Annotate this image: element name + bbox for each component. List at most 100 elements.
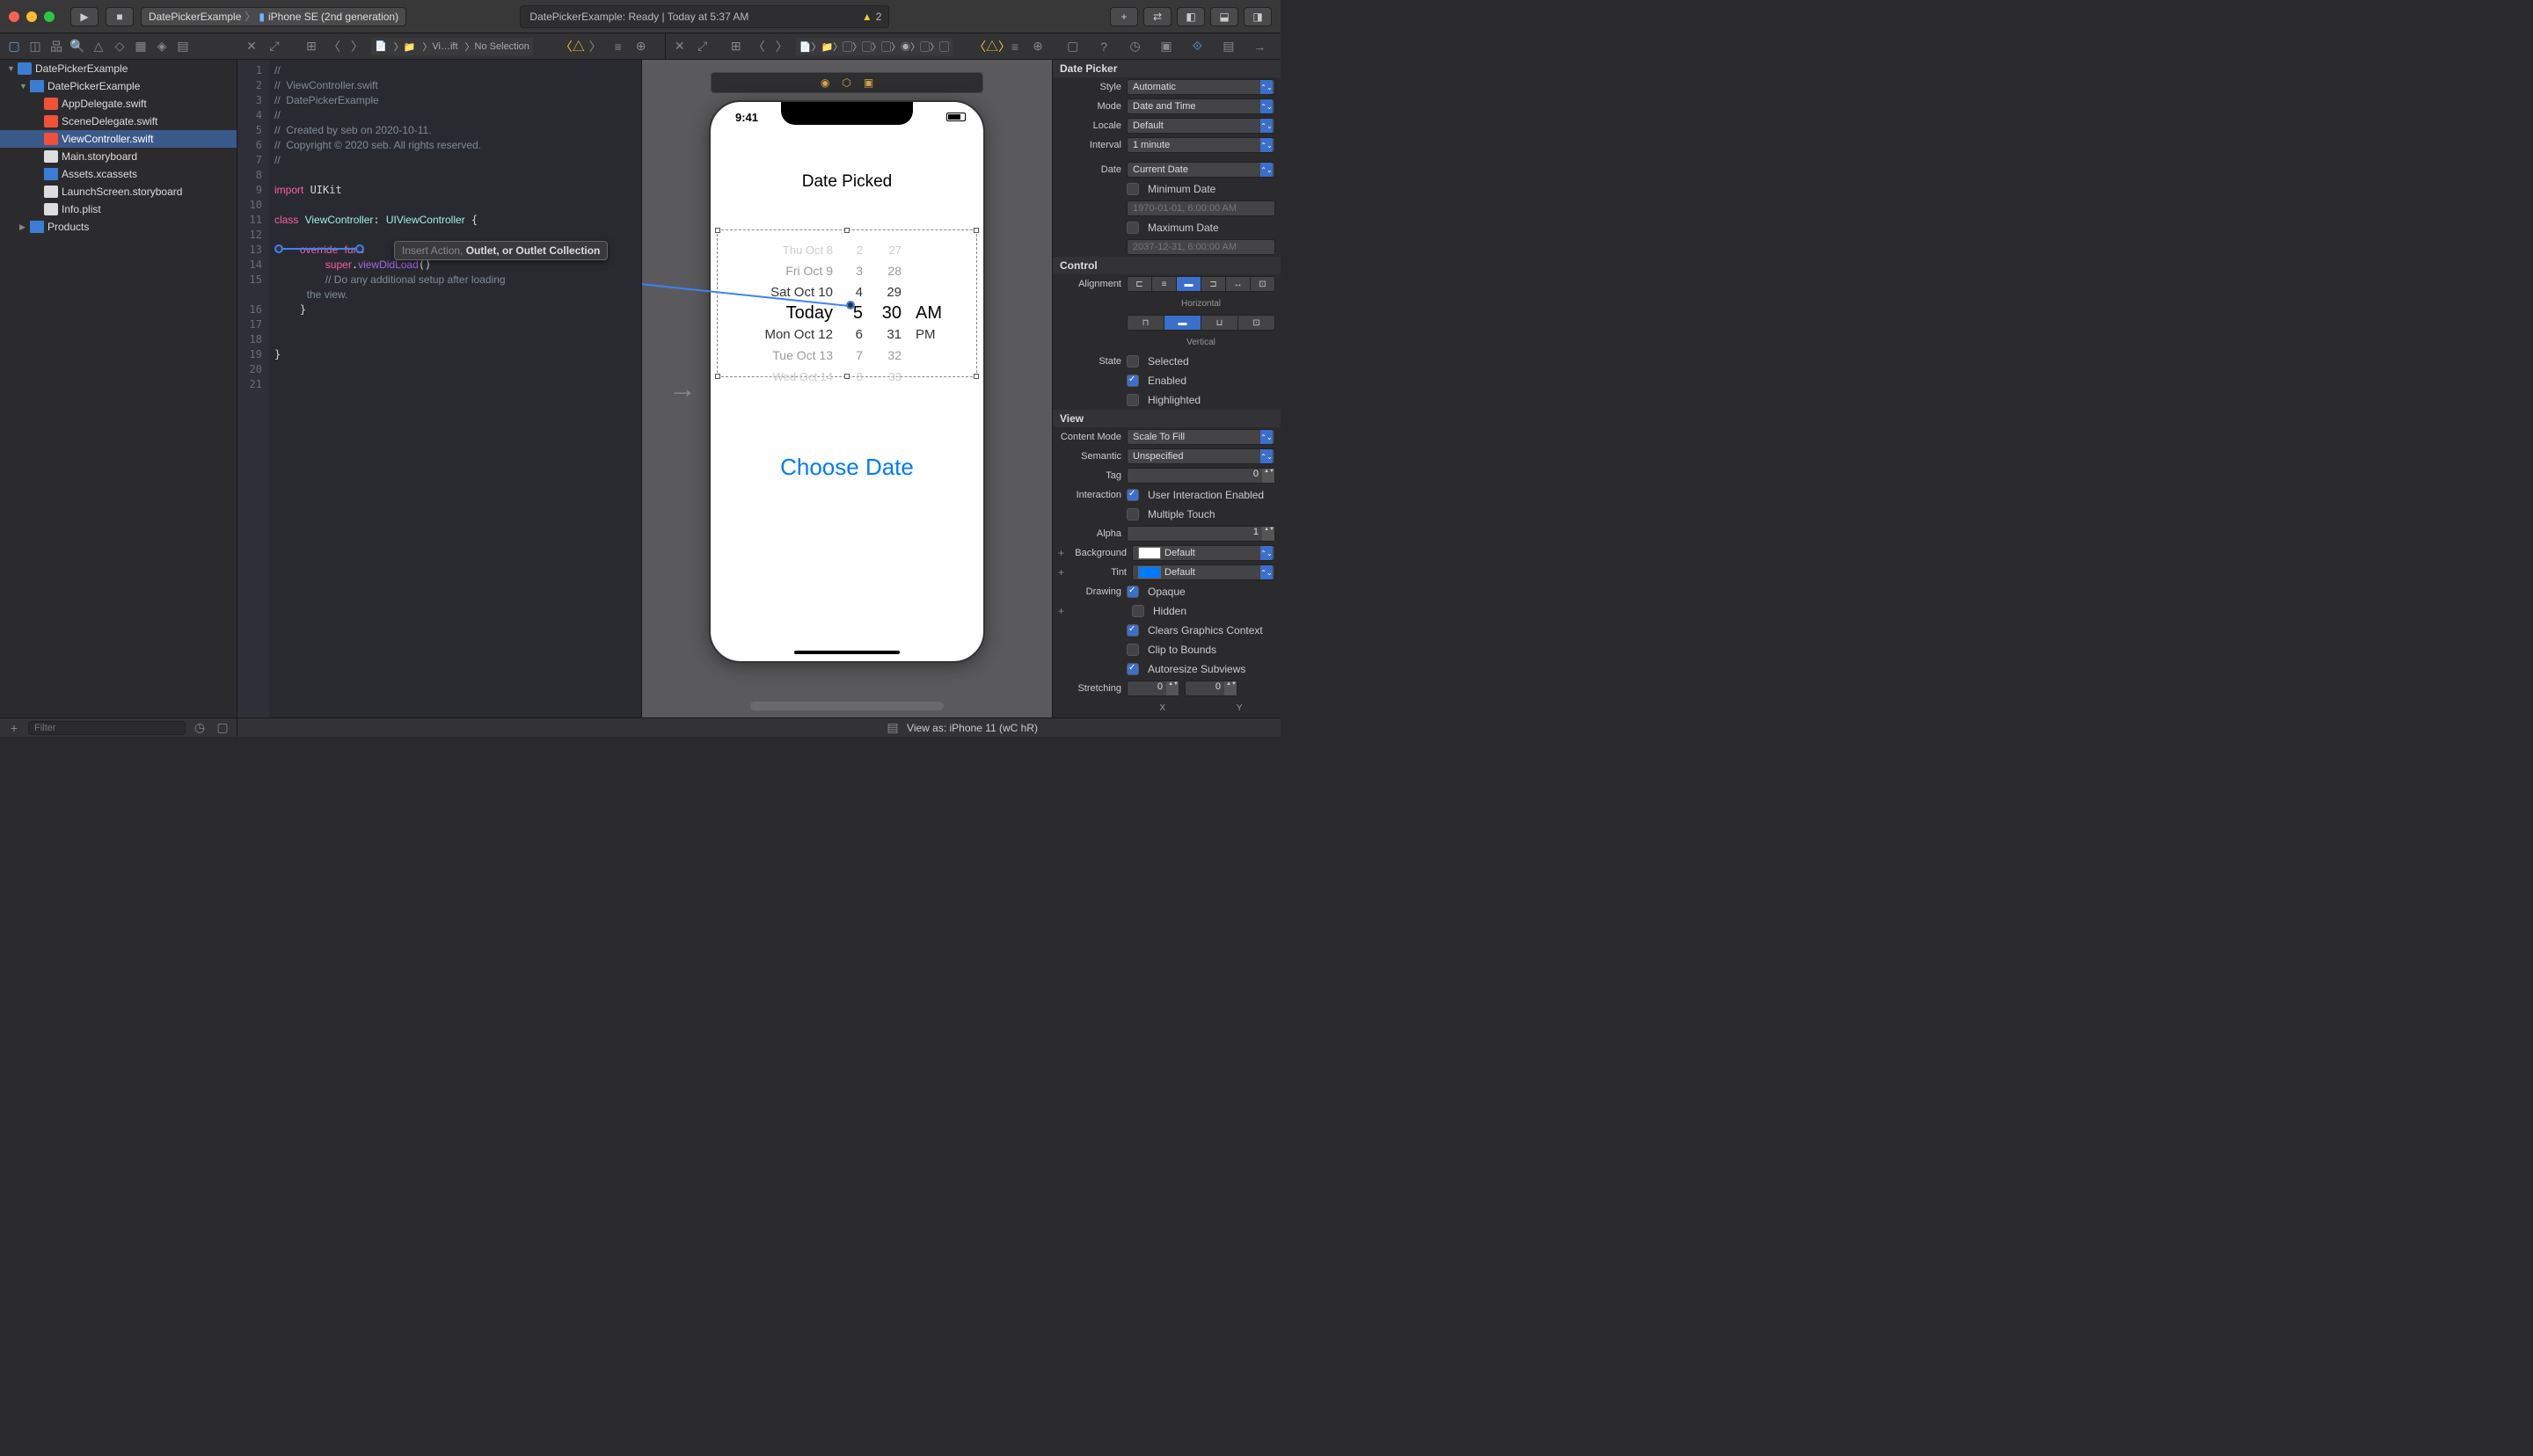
close-editor-icon[interactable]: ✕ bbox=[243, 38, 260, 55]
code-content[interactable]: // // ViewController.swift // DatePicker… bbox=[269, 60, 641, 717]
project-row[interactable]: ▼ DatePickerExample bbox=[0, 60, 237, 77]
inspector-panel: ▢ ? ◷ ▣ ⟐ ▤ → Date Picker StyleAutomatic… bbox=[1052, 60, 1281, 717]
enabled-checkbox[interactable] bbox=[1127, 375, 1139, 387]
min-date-checkbox[interactable] bbox=[1127, 183, 1139, 195]
file-row[interactable]: SceneDelegate.swift bbox=[0, 113, 237, 130]
back-icon[interactable]: 〈 bbox=[325, 38, 343, 55]
zoom-window[interactable] bbox=[44, 11, 55, 22]
background-select[interactable]: Default⌃⌄ bbox=[1132, 545, 1275, 561]
stretch-y-field[interactable]: 0▲▼ bbox=[1185, 681, 1237, 696]
max-date-field[interactable]: 2037-12-31, 6:00:00 AM bbox=[1127, 239, 1275, 255]
navigator-filter[interactable] bbox=[28, 721, 186, 735]
interval-select[interactable]: 1 minute⌃⌄ bbox=[1127, 137, 1275, 153]
mode-select[interactable]: Date and Time⌃⌄ bbox=[1127, 98, 1275, 114]
minimize-window[interactable] bbox=[26, 11, 37, 22]
style-select[interactable]: Automatic⌃⌄ bbox=[1127, 79, 1275, 95]
locale-select[interactable]: Default⌃⌄ bbox=[1127, 118, 1275, 134]
semantic-select[interactable]: Unspecified⌃⌄ bbox=[1127, 448, 1275, 464]
library-button[interactable]: + bbox=[1110, 7, 1138, 26]
stop-button[interactable]: ■ bbox=[106, 7, 134, 26]
run-button[interactable]: ▶ bbox=[70, 7, 99, 26]
file-row-selected[interactable]: ViewController.swift bbox=[0, 130, 237, 148]
activity-status[interactable]: DatePickerExample: Ready | Today at 5:37… bbox=[520, 5, 889, 28]
file-row[interactable]: AppDelegate.swift bbox=[0, 95, 237, 113]
alpha-field[interactable]: 1▲▼ bbox=[1127, 526, 1275, 542]
ib-add-editor-icon[interactable]: ⊕ bbox=[1029, 38, 1047, 55]
ars-checkbox[interactable] bbox=[1127, 663, 1139, 675]
warning-indicator[interactable]: ▲ 2 bbox=[862, 11, 882, 23]
date-select[interactable]: Current Date⌃⌄ bbox=[1127, 162, 1275, 178]
adjust-editor-icon[interactable]: ≡ bbox=[610, 38, 627, 55]
report-navigator-icon[interactable]: ▤ bbox=[174, 38, 192, 55]
mt-checkbox[interactable] bbox=[1127, 508, 1139, 521]
toggle-inspector[interactable]: ◨ bbox=[1244, 7, 1272, 26]
device-bar[interactable]: ◉ ⬡ ▣ bbox=[711, 72, 983, 93]
ib-issue-icon[interactable]: 〈△〉 bbox=[983, 38, 1001, 55]
highlighted-checkbox[interactable] bbox=[1127, 394, 1139, 406]
alignment-horizontal[interactable]: ⊏≡▬⊐↔⊡ bbox=[1127, 276, 1275, 292]
toggle-debug-area[interactable]: ⬓ bbox=[1210, 7, 1238, 26]
file-row[interactable]: Info.plist bbox=[0, 200, 237, 218]
ib-icon-3[interactable]: ▣ bbox=[864, 76, 873, 89]
breakpoint-navigator-icon[interactable]: ◈ bbox=[153, 38, 171, 55]
toggle-navigator[interactable]: ◧ bbox=[1177, 7, 1205, 26]
ib-icon-1[interactable]: ◉ bbox=[821, 76, 829, 89]
related-items-icon[interactable]: ⊞ bbox=[303, 38, 320, 55]
file-row[interactable]: Main.storyboard bbox=[0, 148, 237, 165]
close-window[interactable] bbox=[9, 11, 19, 22]
recent-filter-icon[interactable]: ◷ bbox=[191, 719, 208, 737]
selected-checkbox[interactable] bbox=[1127, 355, 1139, 368]
issue-prev-icon[interactable]: 〈△ bbox=[564, 38, 581, 55]
ib-icon-2[interactable]: ⬡ bbox=[842, 76, 850, 89]
title-label[interactable]: Date Picked bbox=[711, 172, 983, 192]
ib-jump-bar[interactable]: 📄〉📁〉▢〉▢〉▢〉◉〉▢〉▢ bbox=[796, 38, 953, 55]
ib-back-icon[interactable]: 〈 bbox=[750, 38, 768, 55]
scheme-selector[interactable]: DatePickerExample 〉 ▮ iPhone SE (2nd gen… bbox=[141, 7, 406, 26]
view-as-bar[interactable]: ▤ View as: iPhone 11 (wC hR) bbox=[875, 719, 1052, 737]
choose-date-button[interactable]: Choose Date bbox=[711, 454, 983, 481]
file-row[interactable]: LaunchScreen.storyboard bbox=[0, 183, 237, 200]
products-row[interactable]: ▶ Products bbox=[0, 218, 237, 236]
close-ib-editor-icon[interactable]: ✕ bbox=[671, 38, 689, 55]
jump-bar[interactable]: 📄〉📁〉Vi…ift 〉No Selection bbox=[371, 38, 533, 55]
test-navigator-icon[interactable]: ◇ bbox=[111, 38, 128, 55]
cgc-checkbox[interactable] bbox=[1127, 624, 1139, 637]
hidden-checkbox[interactable] bbox=[1132, 605, 1144, 617]
alignment-vertical[interactable]: ⊓▬⊔⊡ bbox=[1127, 315, 1275, 331]
debug-navigator-icon[interactable]: ▦ bbox=[132, 38, 150, 55]
source-control-navigator-icon[interactable]: ◫ bbox=[26, 38, 44, 55]
content-mode-select[interactable]: Scale To Fill⌃⌄ bbox=[1127, 429, 1275, 445]
code-editor[interactable]: 123456789101112131415161718192021 // // … bbox=[237, 60, 642, 717]
interface-builder-canvas[interactable]: ◉ ⬡ ▣ → 9:41 Date Picked Thu Oct 8227 F bbox=[642, 60, 1052, 717]
file-row[interactable]: Assets.xcassets bbox=[0, 165, 237, 183]
expand-ib-icon[interactable]: ⤢ bbox=[694, 38, 712, 55]
tag-field[interactable]: 0▲▼ bbox=[1127, 468, 1275, 484]
symbol-navigator-icon[interactable]: 品 bbox=[47, 38, 65, 55]
find-navigator-icon[interactable]: 🔍 bbox=[69, 38, 86, 55]
ib-adjust-icon[interactable]: ≡ bbox=[1006, 38, 1024, 55]
tint-select[interactable]: Default⌃⌄ bbox=[1132, 564, 1275, 580]
outlet-connector-source[interactable] bbox=[274, 244, 283, 253]
max-date-checkbox[interactable] bbox=[1127, 222, 1139, 234]
date-picker[interactable]: Thu Oct 8227 Fri Oct 9328 Sat Oct 10429 … bbox=[711, 239, 983, 387]
canvas-scrollbar[interactable] bbox=[750, 702, 944, 710]
scheme-device: iPhone SE (2nd generation) bbox=[268, 11, 398, 23]
min-date-field[interactable]: 1970-01-01, 6:00:00 AM bbox=[1127, 200, 1275, 216]
ctb-checkbox[interactable] bbox=[1127, 644, 1139, 656]
document-outline-icon[interactable]: ▤ bbox=[884, 719, 902, 737]
expand-icon[interactable]: ⤢ bbox=[266, 38, 283, 55]
project-navigator-icon[interactable]: ▢ bbox=[5, 38, 23, 55]
ib-related-icon[interactable]: ⊞ bbox=[727, 38, 745, 55]
add-editor-icon[interactable]: ⊕ bbox=[632, 38, 650, 55]
issue-navigator-icon[interactable]: △ bbox=[90, 38, 107, 55]
opaque-checkbox[interactable] bbox=[1127, 586, 1139, 598]
forward-icon[interactable]: 〉 bbox=[348, 38, 366, 55]
scm-filter-icon[interactable]: ▢ bbox=[214, 719, 231, 737]
uie-checkbox[interactable] bbox=[1127, 489, 1139, 501]
ib-forward-icon[interactable]: 〉 bbox=[773, 38, 791, 55]
group-row[interactable]: ▼ DatePickerExample bbox=[0, 77, 237, 95]
code-review-button[interactable]: ⇄ bbox=[1143, 7, 1172, 26]
add-target-icon[interactable]: + bbox=[5, 719, 23, 737]
issue-next-icon[interactable]: 〉 bbox=[587, 38, 604, 55]
stretch-x-field[interactable]: 0▲▼ bbox=[1127, 681, 1179, 696]
